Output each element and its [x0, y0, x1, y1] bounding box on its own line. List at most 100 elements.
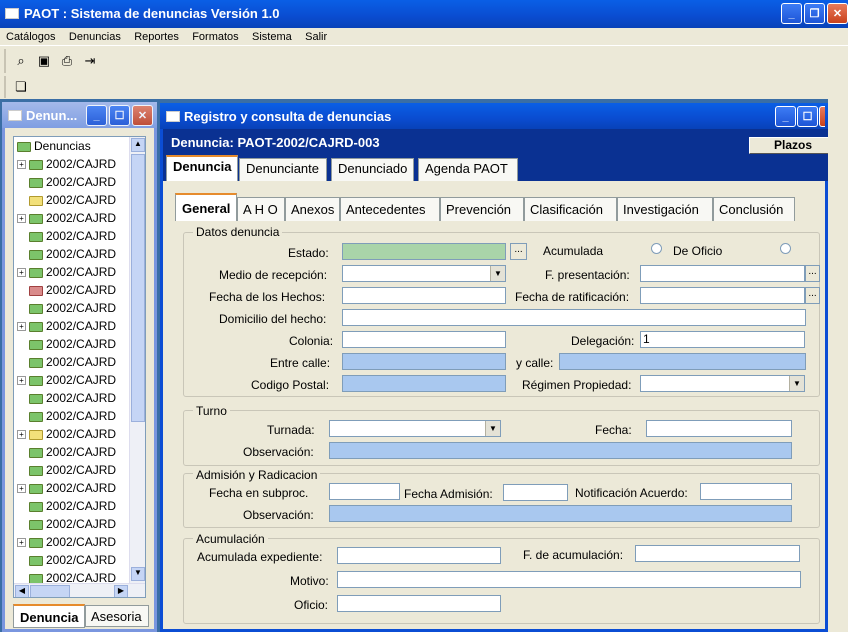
estado-field[interactable]	[342, 243, 506, 260]
chevron-down-icon[interactable]: ▼	[490, 266, 505, 281]
windows-icon[interactable]: ❏	[12, 78, 30, 96]
tree-item[interactable]: 2002/CAJRD	[17, 499, 116, 517]
expand-icon[interactable]: +	[17, 484, 26, 494]
entre-calle-field[interactable]	[342, 353, 506, 370]
f-presentacion-field[interactable]	[640, 265, 805, 282]
expand-icon[interactable]: +	[17, 214, 26, 224]
tree-item[interactable]: +2002/CAJRD	[17, 535, 116, 553]
binoculars-icon[interactable]: ⌕	[12, 52, 30, 70]
tab-denunciado[interactable]: Denunciado	[331, 158, 414, 181]
left-tab-denuncia[interactable]: Denuncia	[13, 604, 85, 628]
menu-salir[interactable]: Salir	[305, 31, 327, 43]
turno-observacion-field[interactable]	[329, 442, 792, 459]
tree-root[interactable]: Denuncias	[17, 139, 91, 157]
acumulada-expediente-field[interactable]	[337, 547, 501, 564]
subtab-prevencion[interactable]: Prevención	[440, 197, 524, 221]
subtab-antecedentes[interactable]: Antecedentes	[340, 197, 440, 221]
tab-denunciante[interactable]: Denunciante	[239, 158, 327, 181]
exit-icon[interactable]: ⇥	[81, 52, 99, 70]
app-close-button[interactable]: ✕	[827, 3, 848, 24]
hscroll-thumb[interactable]	[30, 585, 70, 597]
expand-icon[interactable]: +	[17, 376, 26, 386]
scroll-up-arrow[interactable]: ▲	[131, 138, 145, 152]
expand-icon[interactable]: +	[17, 322, 26, 332]
tree-item[interactable]: 2002/CAJRD	[17, 517, 116, 535]
app-minimize-button[interactable]: _	[781, 3, 802, 24]
scroll-right-arrow[interactable]: ▶	[114, 585, 128, 597]
turnada-select[interactable]: ▼	[329, 420, 501, 437]
tree-item[interactable]: 2002/CAJRD	[17, 301, 116, 319]
tab-denuncia[interactable]: Denuncia	[166, 155, 238, 181]
tree-item[interactable]: 2002/CAJRD	[17, 229, 116, 247]
chevron-down-icon[interactable]: ▼	[789, 376, 804, 391]
tree-item[interactable]: 2002/CAJRD	[17, 391, 116, 409]
menu-denuncias[interactable]: Denuncias	[69, 31, 121, 43]
main-close-button[interactable]	[819, 106, 825, 127]
medio-recepcion-select[interactable]: ▼	[342, 265, 506, 282]
expand-icon[interactable]: +	[17, 430, 26, 440]
tree-item[interactable]: +2002/CAJRD	[17, 265, 116, 283]
fecha-admision-field[interactable]	[503, 484, 568, 501]
menu-catalogos[interactable]: Catálogos	[6, 31, 56, 43]
app-restore-button[interactable]: ❐	[804, 3, 825, 24]
estado-browse-button[interactable]: ...	[510, 243, 527, 260]
tree-item[interactable]: 2002/CAJRD	[17, 193, 116, 211]
motivo-field[interactable]	[337, 571, 801, 588]
subtab-anexos[interactable]: Anexos	[285, 197, 340, 221]
tree-item[interactable]: 2002/CAJRD	[17, 445, 116, 463]
save-icon[interactable]: ▣	[35, 52, 53, 70]
expand-icon[interactable]: +	[17, 160, 26, 170]
tree-item[interactable]: 2002/CAJRD	[17, 175, 116, 193]
tree-item[interactable]: 2002/CAJRD	[17, 463, 116, 481]
tree-item[interactable]: 2002/CAJRD	[17, 553, 116, 571]
menu-reportes[interactable]: Reportes	[134, 31, 179, 43]
expand-icon[interactable]: +	[17, 538, 26, 548]
subtab-general[interactable]: General	[175, 193, 237, 221]
scroll-left-arrow[interactable]: ◀	[15, 585, 29, 597]
tree-vscrollbar[interactable]: ▲ ▼	[129, 137, 145, 583]
menu-formatos[interactable]: Formatos	[192, 31, 238, 43]
f-presentacion-browse-button[interactable]: ...	[805, 265, 820, 282]
admision-observacion-field[interactable]	[329, 505, 792, 522]
fecha-ratificacion-browse-button[interactable]: ...	[805, 287, 820, 304]
tree-hscrollbar[interactable]: ◀ ▶	[14, 583, 145, 597]
tree-item[interactable]: +2002/CAJRD	[17, 157, 116, 175]
main-maximize-button[interactable]: ☐	[797, 106, 818, 127]
de-oficio-radio[interactable]	[780, 243, 791, 254]
fecha-subproc-field[interactable]	[329, 483, 400, 500]
tree-item[interactable]: +2002/CAJRD	[17, 481, 116, 499]
fecha-hechos-field[interactable]	[342, 287, 506, 304]
subtab-investigacion[interactable]: Investigación	[617, 197, 713, 221]
chevron-down-icon[interactable]: ▼	[485, 421, 500, 436]
left-close-button[interactable]: ✕	[132, 105, 153, 126]
tree-item[interactable]: +2002/CAJRD	[17, 373, 116, 391]
delegacion-field[interactable]: 1	[640, 331, 805, 348]
domicilio-field[interactable]	[342, 309, 806, 326]
tree-item[interactable]: +2002/CAJRD	[17, 211, 116, 229]
y-calle-field[interactable]	[559, 353, 806, 370]
left-minimize-button[interactable]: _	[86, 105, 107, 126]
tree-item[interactable]: 2002/CAJRD	[17, 283, 116, 301]
tab-agenda-paot[interactable]: Agenda PAOT	[418, 158, 518, 181]
colonia-field[interactable]	[342, 331, 506, 348]
main-minimize-button[interactable]: _	[775, 106, 796, 127]
tree-item[interactable]: +2002/CAJRD	[17, 319, 116, 337]
subtab-clasificacion[interactable]: Clasificación	[524, 197, 617, 221]
print-icon[interactable]: ⎙	[58, 52, 76, 70]
acumulada-radio[interactable]	[651, 243, 662, 254]
subtab-conclusion[interactable]: Conclusión	[713, 197, 795, 221]
scroll-thumb[interactable]	[131, 154, 145, 422]
menu-sistema[interactable]: Sistema	[252, 31, 292, 43]
oficio-field[interactable]	[337, 595, 501, 612]
tree-item[interactable]: +2002/CAJRD	[17, 427, 116, 445]
plazos-button[interactable]: Plazos	[749, 137, 837, 154]
tree-item[interactable]: 2002/CAJRD	[17, 409, 116, 427]
tree-item[interactable]: 2002/CAJRD	[17, 247, 116, 265]
notificacion-field[interactable]	[700, 483, 792, 500]
expand-icon[interactable]: +	[17, 268, 26, 278]
fecha-ratificacion-field[interactable]	[640, 287, 805, 304]
left-maximize-button[interactable]: ☐	[109, 105, 130, 126]
regimen-select[interactable]: ▼	[640, 375, 805, 392]
codigo-postal-field[interactable]	[342, 375, 506, 392]
subtab-aho[interactable]: A H O	[237, 197, 285, 221]
